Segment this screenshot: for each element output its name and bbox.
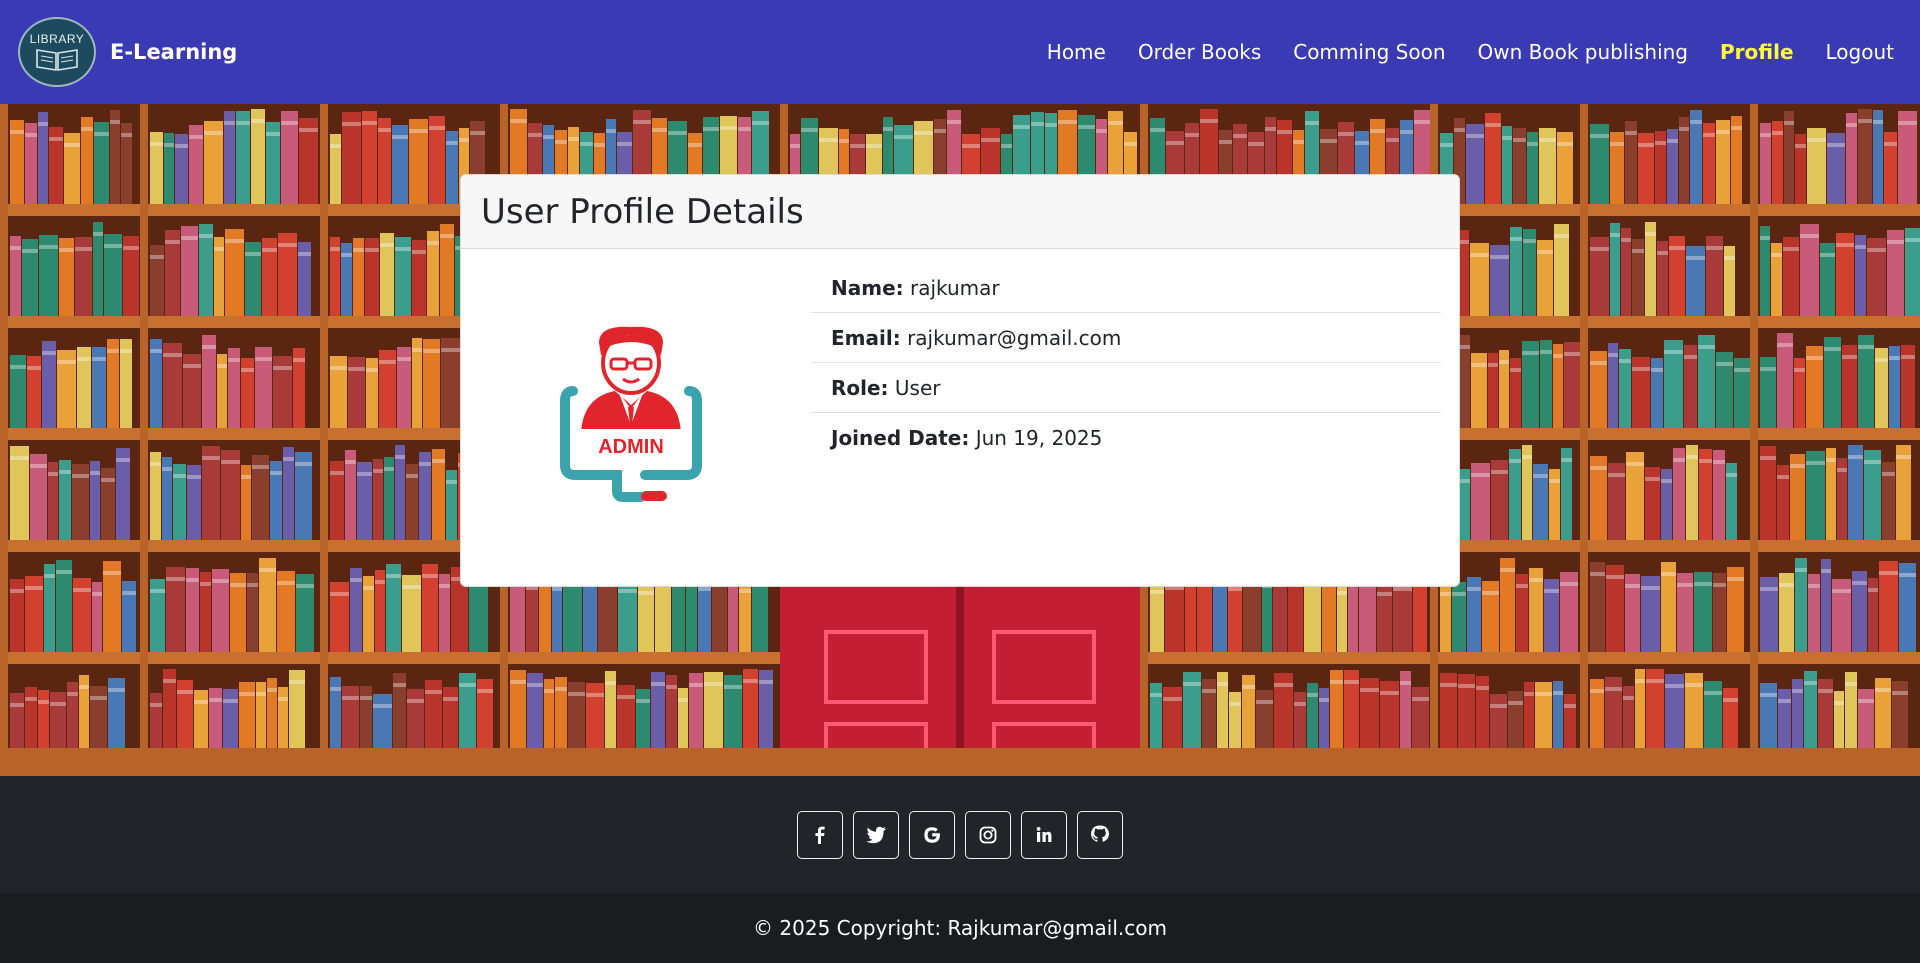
detail-label: Name:	[831, 276, 904, 300]
google-icon	[924, 826, 940, 843]
detail-value: rajkumar@gmail.com	[907, 326, 1122, 350]
detail-value: Jun 19, 2025	[975, 426, 1103, 450]
detail-label: Email:	[831, 326, 901, 350]
nav-home[interactable]: Home	[1047, 40, 1106, 64]
github-button[interactable]	[1077, 810, 1123, 859]
page-title: User Profile Details	[481, 191, 804, 232]
detail-name: Name: rajkumar	[811, 263, 1441, 313]
twitter-icon	[866, 826, 886, 843]
avatar: ADMIN	[559, 325, 703, 505]
nav-comming-soon[interactable]: Comming Soon	[1293, 40, 1445, 64]
nav-links: Home Order Books Comming Soon Own Book p…	[1047, 40, 1902, 64]
detail-role: Role: User	[811, 363, 1441, 413]
footer-social	[0, 776, 1920, 893]
navbar: LIBRARY E-Learning Home Order Books Comm…	[0, 0, 1920, 104]
admin-avatar-icon: ADMIN	[560, 326, 702, 502]
profile-details-list: Name: rajkumar Email: rajkumar@gmail.com…	[811, 263, 1441, 462]
card-header: User Profile Details	[461, 175, 1459, 249]
facebook-icon	[815, 826, 825, 844]
detail-value: User	[894, 376, 941, 400]
nav-logout[interactable]: Logout	[1826, 40, 1894, 64]
footer-copyright: © 2025 Copyright: Rajkumar@gmail.com	[0, 893, 1920, 963]
github-icon	[1091, 825, 1109, 842]
instagram-icon	[979, 826, 997, 843]
nav-profile[interactable]: Profile	[1720, 40, 1794, 64]
instagram-button[interactable]	[965, 810, 1011, 859]
library-logo[interactable]: LIBRARY	[18, 17, 96, 87]
nav-order-books[interactable]: Order Books	[1138, 40, 1261, 64]
card-body: ADMIN Name: rajkumar Email: rajkumar@gma…	[461, 249, 1459, 586]
detail-label: Joined Date:	[831, 426, 970, 450]
linkedin-button[interactable]	[1021, 810, 1067, 859]
logo-text: LIBRARY	[29, 32, 85, 46]
detail-label: Role:	[831, 376, 889, 400]
avatar-label: ADMIN	[598, 436, 664, 458]
nav-own-book-publishing[interactable]: Own Book publishing	[1478, 40, 1688, 64]
open-book-icon	[36, 49, 78, 71]
twitter-button[interactable]	[853, 810, 899, 859]
facebook-button[interactable]	[797, 810, 843, 859]
brand-name[interactable]: E-Learning	[110, 40, 237, 64]
google-button[interactable]	[909, 810, 955, 859]
copyright-text: © 2025 Copyright: Rajkumar@gmail.com	[753, 916, 1167, 940]
detail-email: Email: rajkumar@gmail.com	[811, 313, 1441, 363]
linkedin-icon	[1036, 826, 1052, 842]
profile-card: User Profile Details ADMIN Name: rajkuma…	[460, 174, 1460, 587]
detail-joined-date: Joined Date: Jun 19, 2025	[811, 413, 1441, 462]
detail-value: rajkumar	[910, 276, 1000, 300]
